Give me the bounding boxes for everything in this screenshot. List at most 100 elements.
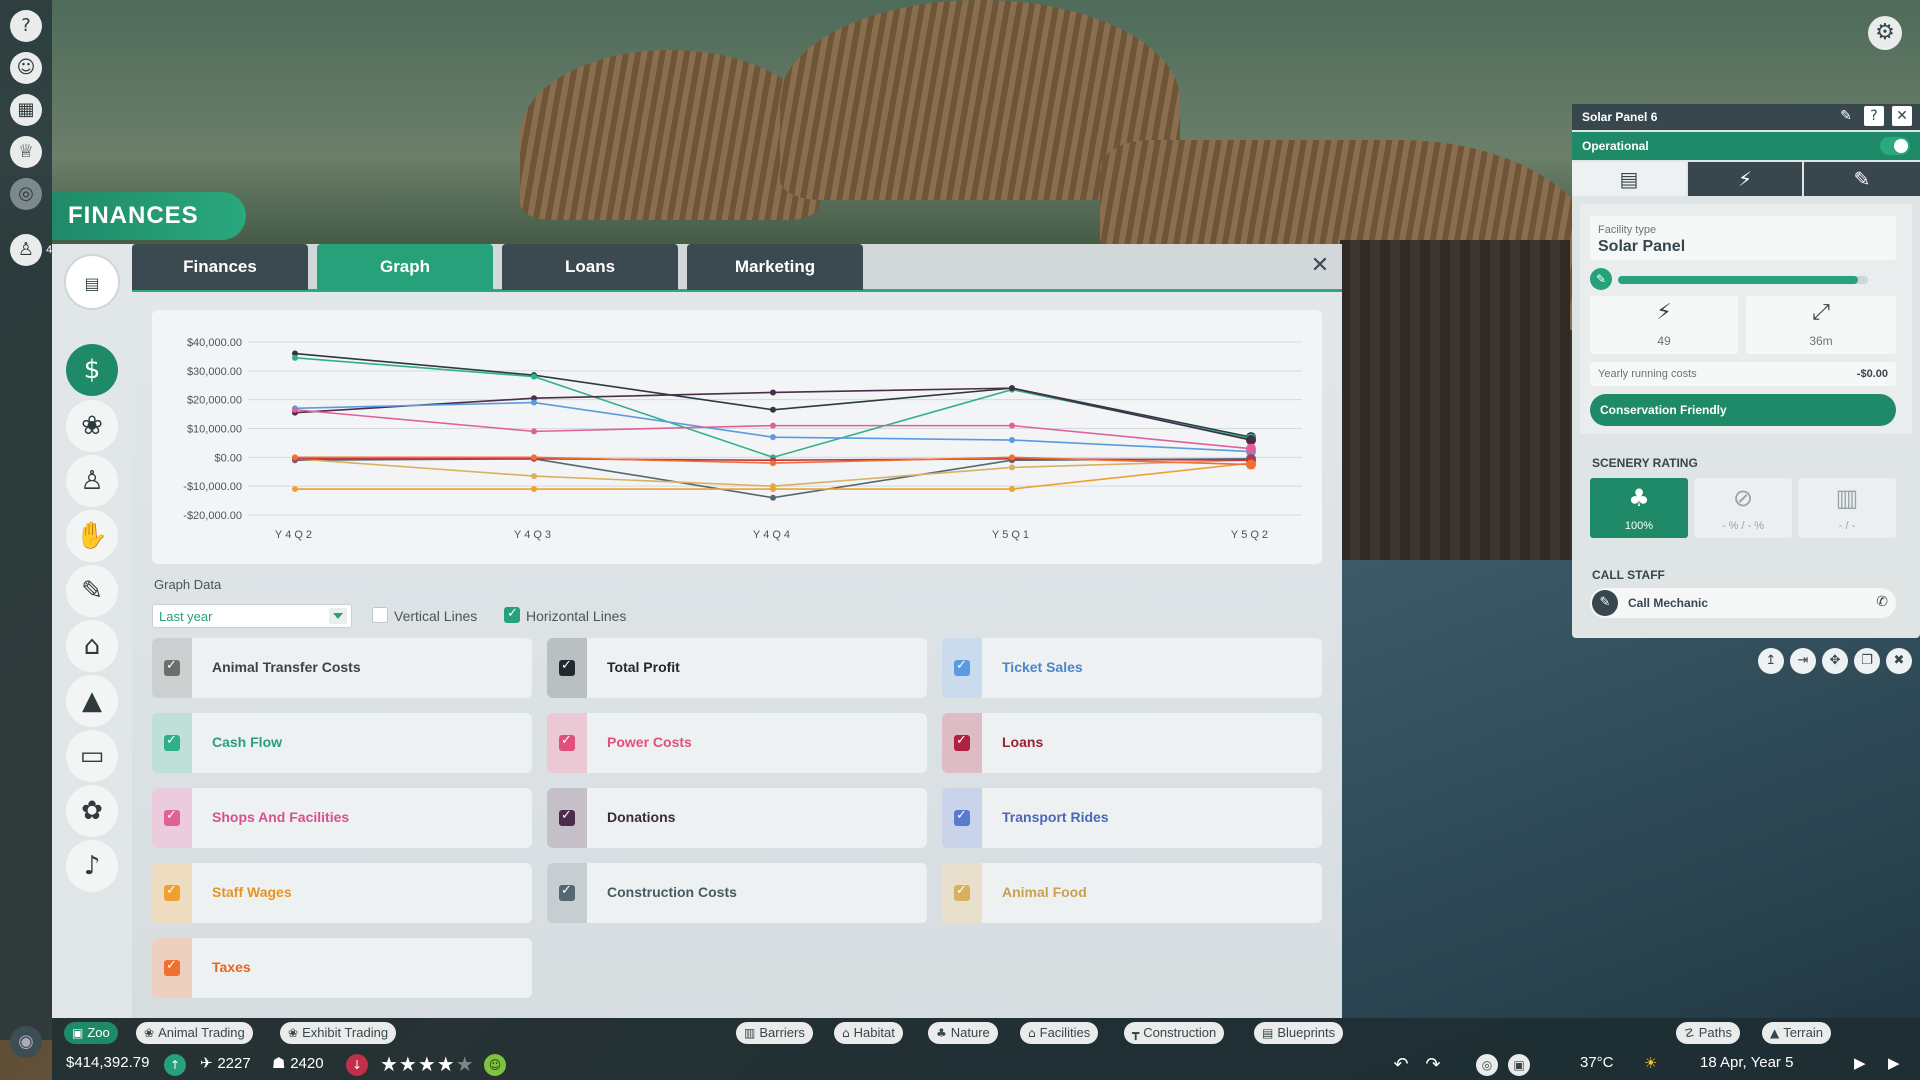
calendar-icon[interactable]: ▦ bbox=[10, 94, 42, 126]
close-icon[interactable]: ✕ bbox=[1892, 106, 1912, 126]
finance-icon[interactable]: $ bbox=[66, 344, 118, 396]
duplicate-icon[interactable]: ❐ bbox=[1854, 648, 1880, 674]
bottom-tab-paths[interactable]: ☡ Paths bbox=[1676, 1022, 1741, 1044]
series-checkbox[interactable] bbox=[559, 808, 575, 826]
series-point bbox=[770, 406, 776, 413]
bottom-tab-blueprints[interactable]: ▤ Blueprints bbox=[1254, 1022, 1344, 1044]
series-point bbox=[292, 354, 298, 361]
series-line-shops-and-facilities bbox=[294, 408, 1252, 450]
construction-icon: ┳ bbox=[1132, 1026, 1140, 1040]
edit-name-icon[interactable]: ✎ bbox=[1836, 106, 1856, 126]
welfare-icon[interactable]: ✋ bbox=[66, 510, 118, 562]
tab-loans[interactable]: Loans bbox=[502, 244, 678, 290]
series-toggle-construction-costs[interactable]: Construction Costs bbox=[547, 863, 927, 923]
series-toggle-loans[interactable]: Loans bbox=[942, 713, 1322, 773]
tab-marketing[interactable]: Marketing bbox=[687, 244, 863, 290]
bottom-tab-label: Exhibit Trading bbox=[302, 1025, 389, 1040]
series-checkbox[interactable] bbox=[559, 733, 575, 751]
close-icon[interactable]: ✕ bbox=[1308, 254, 1332, 278]
bottom-tab-facilities[interactable]: ⌂ Facilities bbox=[1020, 1022, 1099, 1044]
horizontal-lines-checkbox[interactable] bbox=[504, 606, 520, 623]
zoo-star-rating: ★★★★★ bbox=[380, 1052, 475, 1076]
relocate-icon[interactable]: ⇥ bbox=[1790, 648, 1816, 674]
series-checkbox[interactable] bbox=[559, 658, 575, 676]
series-checkbox[interactable] bbox=[954, 658, 970, 676]
series-checkbox[interactable] bbox=[954, 808, 970, 826]
exhibit-icon: ❀ bbox=[288, 1026, 299, 1040]
series-checkbox[interactable] bbox=[164, 958, 180, 976]
scenery-building-value: - / - bbox=[1838, 520, 1856, 532]
series-checkbox[interactable] bbox=[164, 733, 180, 751]
help-icon[interactable]: ? bbox=[1864, 106, 1884, 126]
settings-gear-icon[interactable]: ⚙ bbox=[1868, 16, 1902, 50]
bottom-tab-zoo[interactable]: ▣ Zoo bbox=[64, 1022, 118, 1044]
tab-info[interactable]: ▤ bbox=[1572, 162, 1686, 196]
tab-power[interactable]: ⚡ bbox=[1688, 162, 1802, 196]
help-icon[interactable]: ? bbox=[10, 10, 42, 42]
horizontal-lines-label: Horizontal Lines bbox=[526, 608, 627, 624]
animal-paw-icon[interactable]: ❀ bbox=[66, 400, 118, 452]
camera-icon[interactable]: ◎ bbox=[1476, 1054, 1498, 1076]
shop-icon[interactable]: ⌂ bbox=[66, 620, 118, 672]
undo-icon[interactable]: ↶ bbox=[1390, 1054, 1412, 1076]
marketing-icon[interactable]: ♪ bbox=[66, 840, 118, 892]
delete-icon[interactable]: ✖ bbox=[1886, 648, 1912, 674]
series-toggle-power-costs[interactable]: Power Costs bbox=[547, 713, 927, 773]
operational-toggle[interactable] bbox=[1880, 137, 1910, 155]
tab-graph[interactable]: Graph bbox=[317, 244, 493, 290]
fast-forward-icon[interactable]: ▶ bbox=[1888, 1054, 1900, 1072]
series-checkbox[interactable] bbox=[164, 883, 180, 901]
bottom-tab-nature[interactable]: ♣ Nature bbox=[928, 1022, 998, 1044]
pickup-icon[interactable]: ↥ bbox=[1758, 648, 1784, 674]
wrench-icon[interactable]: ✎ bbox=[66, 565, 118, 617]
move-icon[interactable]: ✥ bbox=[1822, 648, 1848, 674]
photo-icon[interactable]: ▣ bbox=[1508, 1054, 1530, 1076]
radar-icon[interactable]: ◉ bbox=[10, 1026, 42, 1058]
series-toggle-staff-wages[interactable]: Staff Wages bbox=[152, 863, 532, 923]
series-checkbox[interactable] bbox=[164, 658, 180, 676]
vertical-lines-checkbox[interactable] bbox=[372, 607, 388, 623]
education-icon[interactable]: ▲ bbox=[66, 675, 118, 727]
bottom-tab-terrain[interactable]: ▲ Terrain bbox=[1762, 1022, 1831, 1044]
clipboard-icon[interactable]: ▤ bbox=[64, 254, 120, 310]
tab-maintenance[interactable]: ✎ bbox=[1804, 162, 1920, 196]
series-point bbox=[292, 406, 298, 413]
series-toggle-animal-food[interactable]: Animal Food bbox=[942, 863, 1322, 923]
call-mechanic-button[interactable]: ✎ Call Mechanic ✆ bbox=[1590, 588, 1896, 618]
tab-finances[interactable]: Finances bbox=[132, 244, 308, 290]
bottom-tab-barriers[interactable]: ▥ Barriers bbox=[736, 1022, 813, 1044]
series-toggle-cash-flow[interactable]: Cash Flow bbox=[152, 713, 532, 773]
series-toggle-transport-rides[interactable]: Transport Rides bbox=[942, 788, 1322, 848]
bottom-tab-construction[interactable]: ┳ Construction bbox=[1124, 1022, 1225, 1044]
vertical-lines-label: Vertical Lines bbox=[394, 608, 478, 624]
scenery-building-rating: ▥ - / - bbox=[1798, 478, 1896, 538]
trophy-icon[interactable]: ♕ bbox=[10, 136, 42, 168]
chevron-down-icon[interactable] bbox=[329, 608, 347, 624]
series-toggle-total-profit[interactable]: Total Profit bbox=[547, 638, 927, 698]
bottom-tab-exhibit-trading[interactable]: ❀ Exhibit Trading bbox=[280, 1022, 397, 1044]
series-toggle-donations[interactable]: Donations bbox=[547, 788, 927, 848]
series-checkbox[interactable] bbox=[954, 733, 970, 751]
power-output-stat: ⚡ 49 bbox=[1590, 296, 1738, 354]
series-toggle-ticket-sales[interactable]: Ticket Sales bbox=[942, 638, 1322, 698]
x-tick-label: Y4Q3 bbox=[514, 529, 554, 541]
play-icon[interactable]: ▶ bbox=[1854, 1054, 1866, 1072]
redo-icon[interactable]: ↷ bbox=[1422, 1054, 1444, 1076]
series-toggle-shops-and-facilities[interactable]: Shops And Facilities bbox=[152, 788, 532, 848]
bottom-tab-animal-trading[interactable]: ❀ Animal Trading bbox=[136, 1022, 253, 1044]
series-toggle-animal-transfer-costs[interactable]: Animal Transfer Costs bbox=[152, 638, 532, 698]
series-checkbox[interactable] bbox=[559, 883, 575, 901]
series-checkbox[interactable] bbox=[164, 808, 180, 826]
period-select[interactable]: Last year bbox=[152, 604, 352, 628]
vision-icon[interactable]: ◎ bbox=[10, 178, 42, 210]
transport-icon[interactable]: ▭ bbox=[66, 730, 118, 782]
staff-icon[interactable]: ♙ bbox=[66, 455, 118, 507]
zookeeper-icon[interactable]: ☺ bbox=[10, 52, 42, 84]
series-toggle-taxes[interactable]: Taxes bbox=[152, 938, 532, 998]
series-checkbox[interactable] bbox=[954, 883, 970, 901]
conservation-icon[interactable]: ✿ bbox=[66, 785, 118, 837]
bottom-tab-habitat[interactable]: ⌂ Habitat bbox=[834, 1022, 903, 1044]
staff-icon[interactable]: ♙ bbox=[10, 234, 42, 266]
series-label: Total Profit bbox=[607, 659, 680, 675]
power-icon: ⚡ bbox=[1656, 300, 1672, 325]
